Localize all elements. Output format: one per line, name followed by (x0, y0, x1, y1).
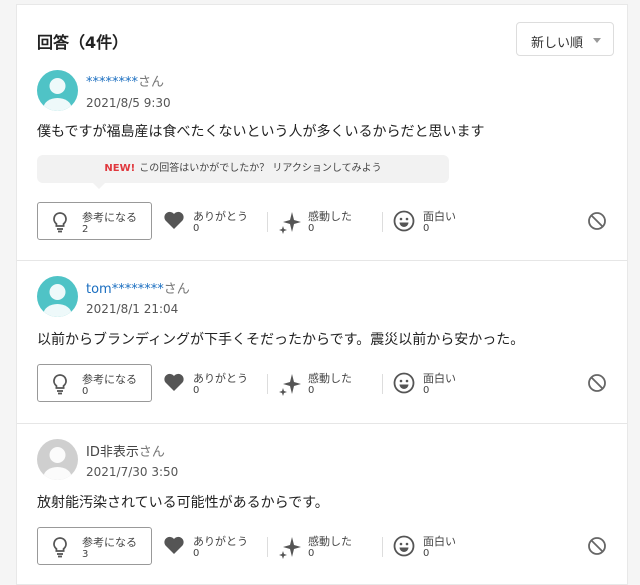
smiley-icon (393, 210, 415, 232)
user-name-suffix: さん (163, 282, 190, 297)
answers-header: 回答（4件） 新しい順 (17, 5, 627, 61)
lightbulb-icon (53, 537, 67, 558)
new-badge: NEW! (104, 163, 136, 174)
thanks-button[interactable]: ありがとう 0 (163, 202, 263, 240)
answer-text: 僕もですが福島産は食べたくないという人が多くいるからだと思います (37, 124, 485, 140)
reaction-prompt-text: この回答はいかがでしたか？ リアクションしてみよう (139, 163, 382, 174)
moved-count: 0 (308, 223, 315, 234)
thanks-label: ありがとう (193, 535, 248, 548)
avatar[interactable] (37, 70, 78, 111)
user-name-suffix: さん (138, 75, 165, 90)
funny-label: 面白い (423, 535, 456, 548)
answer-date: 2021/8/1 21:04 (86, 302, 179, 316)
funny-button[interactable]: 面白い 0 (393, 527, 483, 565)
thanks-button[interactable]: ありがとう 0 (163, 527, 263, 565)
thanks-label: ありがとう (193, 372, 248, 385)
helpful-button[interactable]: 参考になる 3 (37, 527, 152, 565)
block-icon[interactable] (587, 536, 607, 556)
reaction-separator (382, 537, 383, 557)
answer-divider (17, 260, 627, 261)
reaction-separator (382, 374, 383, 394)
block-icon[interactable] (587, 211, 607, 231)
thanks-button[interactable]: ありがとう 0 (163, 364, 263, 402)
helpful-count: 3 (82, 549, 89, 560)
heart-icon (164, 211, 184, 229)
sparkle-icon (279, 374, 301, 396)
moved-count: 0 (308, 385, 315, 396)
funny-count: 0 (423, 548, 430, 559)
smiley-icon (393, 535, 415, 557)
reaction-bar: 参考になる 3 ありがとう 0 感動した 0 面白い 0 (17, 527, 627, 565)
funny-button[interactable]: 面白い 0 (393, 202, 483, 240)
answers-panel: 回答（4件） 新しい順 ********さん 2021/8/5 9:30 僕もで… (16, 4, 628, 585)
moved-button[interactable]: 感動した 0 (278, 364, 378, 402)
reaction-bar: 参考になる 2 ありがとう 0 感動した 0 面白い 0 (17, 202, 627, 240)
helpful-count: 2 (82, 224, 89, 235)
sparkle-icon (279, 537, 301, 559)
prompt-tail (93, 183, 105, 189)
answer-text: 放射能汚染されている可能性があるからです。 (37, 495, 329, 511)
user-name[interactable]: ********さん (86, 71, 164, 90)
answer-text: 以前からブランディングが下手くそだったからです。震災以前から安かった。 (37, 332, 525, 348)
helpful-label: 参考になる (82, 536, 137, 549)
smiley-icon (393, 372, 415, 394)
funny-count: 0 (423, 223, 430, 234)
answer-divider (17, 423, 627, 424)
chevron-down-icon (593, 38, 601, 43)
sparkle-icon (279, 212, 301, 234)
moved-label: 感動した (308, 372, 352, 385)
user-name: ID非表示さん (86, 441, 165, 460)
moved-count: 0 (308, 548, 315, 559)
thanks-count: 0 (193, 223, 200, 234)
user-name-suffix: さん (138, 445, 165, 460)
reaction-bar: 参考になる 0 ありがとう 0 感動した 0 面白い 0 (17, 364, 627, 402)
answer-date: 2021/7/30 3:50 (86, 465, 179, 479)
funny-label: 面白い (423, 372, 456, 385)
reaction-separator (267, 537, 268, 557)
user-name-text: ID非表示 (86, 445, 139, 460)
funny-label: 面白い (423, 210, 456, 223)
helpful-button[interactable]: 参考になる 2 (37, 202, 152, 240)
moved-label: 感動した (308, 210, 352, 223)
reaction-separator (267, 374, 268, 394)
helpful-label: 参考になる (82, 373, 137, 386)
heart-icon (164, 536, 184, 554)
moved-button[interactable]: 感動した 0 (278, 527, 378, 565)
funny-button[interactable]: 面白い 0 (393, 364, 483, 402)
moved-label: 感動した (308, 535, 352, 548)
funny-count: 0 (423, 385, 430, 396)
user-name-text[interactable]: ******** (86, 75, 138, 90)
reaction-separator (382, 212, 383, 232)
answer-date: 2021/8/5 9:30 (86, 96, 171, 110)
helpful-label: 参考になる (82, 211, 137, 224)
reaction-separator (267, 212, 268, 232)
avatar[interactable] (37, 439, 78, 480)
thanks-count: 0 (193, 548, 200, 559)
reaction-prompt: NEW! この回答はいかがでしたか？ リアクションしてみよう (37, 155, 449, 189)
user-name-text[interactable]: tom******** (86, 282, 164, 297)
user-name[interactable]: tom********さん (86, 278, 190, 297)
block-icon[interactable] (587, 373, 607, 393)
helpful-count: 0 (82, 386, 89, 397)
lightbulb-icon (53, 374, 67, 395)
helpful-button[interactable]: 参考になる 0 (37, 364, 152, 402)
heart-icon (164, 373, 184, 391)
lightbulb-icon (53, 212, 67, 233)
sort-dropdown[interactable]: 新しい順 (516, 22, 614, 56)
thanks-count: 0 (193, 385, 200, 396)
avatar[interactable] (37, 276, 78, 317)
sort-dropdown-label: 新しい順 (531, 36, 584, 51)
moved-button[interactable]: 感動した 0 (278, 202, 378, 240)
thanks-label: ありがとう (193, 210, 248, 223)
answers-count-title: 回答（4件） (37, 33, 129, 52)
